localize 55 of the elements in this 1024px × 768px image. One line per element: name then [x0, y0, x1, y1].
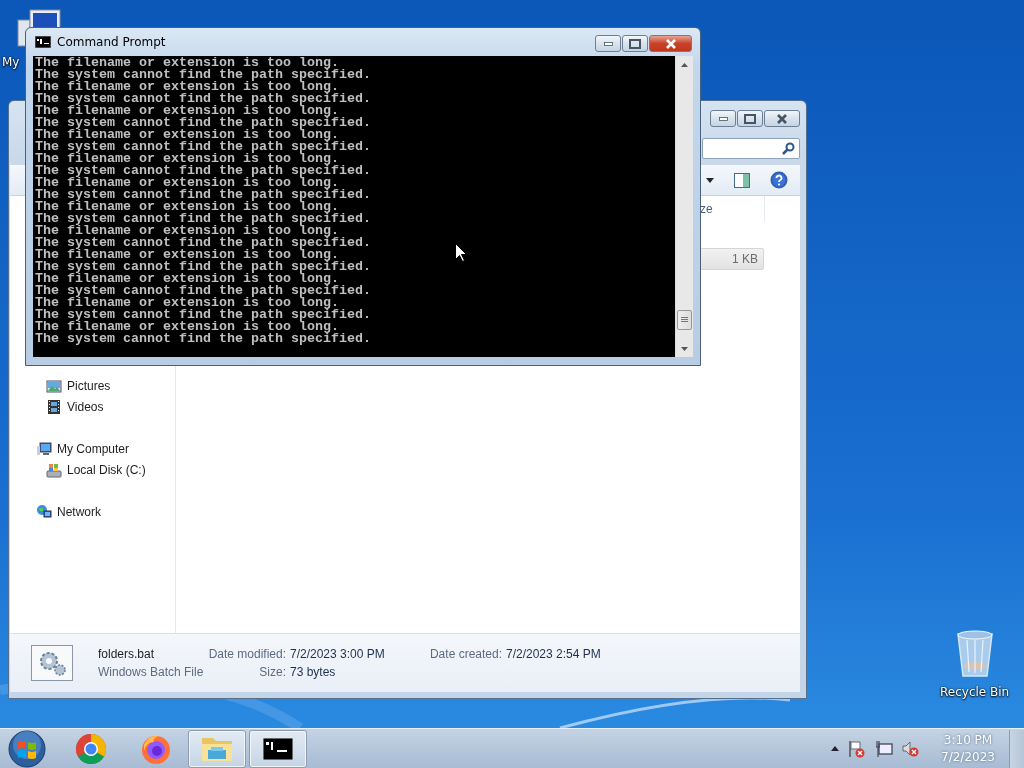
network-status-icon[interactable] [875, 739, 893, 758]
scrollbar[interactable] [675, 56, 693, 357]
maximize-button[interactable] [622, 35, 648, 52]
nav-item[interactable]: Videos [67, 399, 104, 414]
minimize-icon [718, 116, 728, 121]
network-icon [36, 503, 52, 520]
preview-pane-icon[interactable] [734, 172, 750, 188]
search-field[interactable] [702, 137, 800, 159]
nav-item[interactable]: Local Disk (C:) [67, 462, 146, 477]
nav-item[interactable]: Network [57, 504, 101, 519]
icon-label[interactable]: My [2, 55, 20, 69]
maximize-icon [629, 38, 641, 49]
taskbar-button[interactable] [249, 729, 307, 768]
close-icon [665, 38, 676, 49]
file-type: Windows Batch File [98, 664, 202, 681]
detail-label: Date created: [428, 646, 502, 663]
file-name: folders.bat [98, 646, 156, 663]
film-icon [46, 398, 62, 415]
detail-label: Date modified: [207, 646, 286, 663]
console-output: The filename or extension is too long. The system cannot find the path specified. The filename or extension is too long. The system cannot find the path specified. The filename or extension is too long. The system cannot find the path specified. The filename or extension is too long. The system cannot find the path specified. The filename or extension is too long. The system cannot find the path specified. The filename or extension is too long. The system cannot find the path specified. The filename or extension is too long. The system cannot find the path specified. The filename or extension is too long. The system cannot find the path specified. The filename or extension is too long. The system cannot find the path specified. The filename or extension is too long. The system cannot find the path specified. The filename or extension is too long. The system cannot find the path specified. The filename or extension is too long. The system cannot find the path specified. [33, 56, 675, 357]
maximize-button[interactable] [737, 110, 763, 127]
batch-file-icon [31, 645, 73, 681]
close-button[interactable] [764, 110, 800, 127]
disk-icon [46, 461, 62, 478]
maximize-icon [744, 113, 756, 124]
minimize-button[interactable] [710, 110, 736, 127]
minimize-icon [603, 41, 613, 46]
mouse-pointer-icon [455, 243, 467, 262]
detail-label: Size: [258, 664, 286, 681]
help-icon[interactable] [770, 171, 788, 189]
flag-icon[interactable] [848, 739, 866, 758]
down-arrow-icon[interactable] [681, 346, 688, 351]
picture-icon [46, 377, 62, 394]
search-icon [782, 141, 795, 155]
show-hidden-icons-arrow[interactable] [831, 746, 839, 751]
console-icon[interactable] [263, 737, 293, 760]
close-button[interactable] [649, 35, 692, 52]
detail-value: 7/2/2023 3:00 PM [290, 646, 386, 663]
file-size[interactable]: 1 KB [700, 248, 764, 270]
nav-item[interactable]: My Computer [57, 441, 130, 456]
muted-speaker-icon[interactable] [902, 739, 920, 758]
icon-label[interactable]: Recycle Bin [940, 685, 1010, 699]
nav-item[interactable]: Pictures [67, 378, 111, 393]
start-button[interactable] [8, 729, 46, 768]
chrome-icon[interactable] [75, 732, 107, 765]
up-arrow-icon[interactable] [681, 62, 688, 67]
dropdown-arrow-icon[interactable] [706, 177, 714, 183]
detail-value: 73 bytes [290, 664, 337, 681]
close-icon [777, 113, 787, 124]
computer-icon [36, 440, 52, 457]
scroll-thumb[interactable] [677, 310, 692, 330]
detail-value: 7/2/2023 2:54 PM [506, 646, 602, 663]
console-icon [35, 36, 51, 48]
window-title: Command Prompt [57, 35, 167, 49]
minimize-button[interactable] [595, 35, 621, 52]
